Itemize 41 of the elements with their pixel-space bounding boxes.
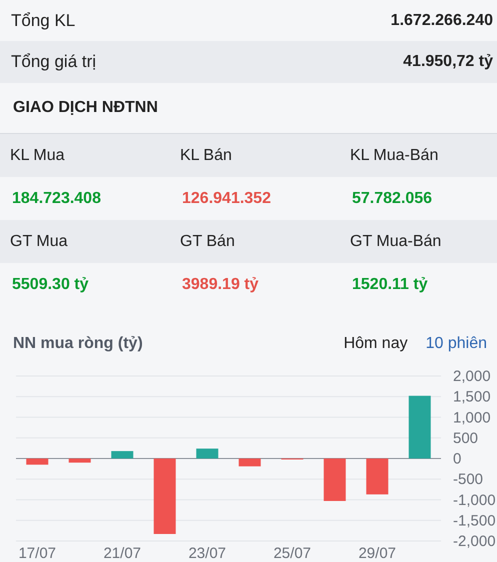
summary-value: 1.672.266.240	[390, 12, 493, 30]
stat-value: 3989.19 tỷ	[182, 276, 260, 294]
summary-value: 41.950,72 tỷ	[403, 53, 493, 71]
bar	[68, 458, 91, 463]
axis-label: 1,500	[453, 388, 491, 406]
axis-label: 1,000	[453, 409, 491, 426]
axis-label: -500	[453, 471, 484, 488]
stat-value: 57.782.056	[352, 190, 434, 208]
period-tab[interactable]: 10 phiên	[426, 334, 487, 352]
axis-label: 500	[453, 430, 478, 447]
bar	[324, 458, 346, 501]
axis-label: 17/07	[18, 545, 56, 562]
stat-label: GT Bán	[180, 232, 236, 250]
axis-label: 25/07	[273, 545, 312, 562]
axis-label: 21/07	[103, 545, 142, 562]
bar	[408, 396, 431, 458]
axis-label: 23/07	[188, 545, 226, 562]
axis-label: 0	[453, 450, 462, 468]
period-tab[interactable]: Hôm nay	[344, 334, 408, 352]
axis-label: 2,000	[453, 368, 491, 385]
stat-label: KL Bán	[180, 146, 233, 164]
stat-value: 184.723.408	[12, 190, 102, 208]
bar	[26, 458, 48, 465]
stat-value: 5509.30 tỷ	[12, 276, 90, 294]
bar	[238, 458, 261, 466]
stat-label: GT Mua	[10, 232, 68, 250]
axis-label: 29/07	[358, 545, 396, 562]
summary-label: Tổng KL	[11, 10, 76, 30]
axis-label: -1,000	[453, 492, 496, 509]
bar	[111, 451, 134, 458]
stat-label: GT Mua-Bán	[350, 232, 442, 250]
bar	[196, 448, 218, 458]
stat-value: 126.941.352	[182, 190, 272, 208]
stat-label: KL Mua-Bán	[350, 146, 440, 164]
stat-value: 1520.11 tỷ	[352, 276, 429, 294]
bar	[366, 458, 388, 494]
axis-label: -1,500	[453, 512, 496, 530]
axis-label: -2,000	[453, 533, 496, 550]
summary-label: Tổng giá trị	[11, 52, 96, 72]
stat-label: KL Mua	[10, 146, 66, 164]
chart-title: NN mua ròng (tỷ)	[13, 334, 143, 352]
